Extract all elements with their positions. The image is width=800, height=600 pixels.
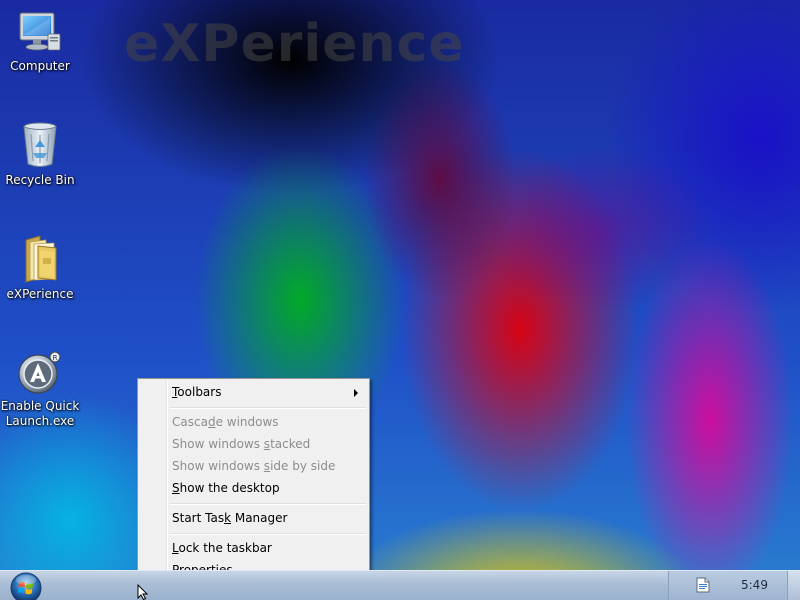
menu-item-accel-key: d — [207, 415, 216, 429]
menu-item-text: tacked — [270, 437, 311, 451]
document-icon[interactable] — [696, 577, 710, 593]
menu-item-text: e windows — [215, 415, 279, 429]
recycle-bin-icon — [23, 122, 57, 167]
start-button[interactable] — [6, 571, 46, 600]
taskbar[interactable]: 5:49 — [0, 570, 800, 600]
desktop-icon-enable-quick-launch[interactable]: R Enable Quick Launch.exe — [0, 348, 80, 429]
menu-item-accel-key: S — [172, 481, 180, 495]
folder-icon — [25, 235, 57, 283]
wallpaper-overlay — [0, 0, 800, 600]
menu-separator — [170, 533, 366, 535]
desktop-icon-recycle-bin[interactable]: Recycle Bin — [0, 120, 80, 188]
desktop-icon-label: Enable Quick — [0, 399, 80, 413]
windows-orb-icon — [10, 572, 42, 600]
taskbar-context-menu: Toolbars Cascade windows Show windows st… — [137, 378, 370, 584]
menu-item-start-task-manager[interactable]: Start Task Manager — [141, 507, 366, 529]
menu-item-text: Show windows — [172, 437, 264, 451]
desktop-icon-label: Recycle Bin — [5, 173, 75, 187]
desktop-icon-label: Computer — [10, 59, 70, 73]
menu-item-text: how the desktop — [179, 481, 280, 495]
quick-launch-app-icon: R — [18, 351, 61, 394]
menu-separator — [170, 407, 366, 409]
menu-item-text: oolbars — [177, 385, 222, 399]
menu-item-text: Start Tas — [172, 511, 225, 525]
menu-item-text: Manager — [231, 511, 288, 525]
menu-separator — [170, 503, 366, 505]
menu-item-accel-key: k — [224, 511, 232, 525]
notification-area: 5:49 — [668, 571, 800, 600]
menu-item-show-the-desktop[interactable]: Show the desktop — [141, 477, 366, 499]
menu-item-text: ock the taskbar — [178, 541, 272, 555]
svg-text:R: R — [53, 354, 58, 362]
taskbar-clock[interactable]: 5:49 — [741, 578, 768, 592]
desktop-icon-label-line2: Launch.exe — [5, 414, 75, 428]
menu-item-show-windows-stacked[interactable]: Show windows stacked — [141, 433, 366, 455]
menu-item-show-windows-side-by-side[interactable]: Show windows side by side — [141, 455, 366, 477]
desktop-icon-experience-folder[interactable]: eXPerience — [0, 234, 80, 302]
desktop-icon-label: eXPerience — [6, 287, 74, 301]
desktop-icon-computer[interactable]: Computer — [0, 8, 80, 74]
computer-icon — [19, 12, 61, 51]
mouse-cursor-icon — [137, 584, 149, 600]
menu-item-text: ide by side — [270, 459, 336, 473]
menu-item-cascade-windows[interactable]: Cascade windows — [141, 411, 366, 433]
submenu-arrow-icon — [354, 389, 358, 397]
show-desktop-button[interactable] — [787, 571, 800, 600]
wallpaper-logo-text: eXPerience — [124, 14, 465, 74]
desktop[interactable]: eXPerience Computer Recycle Bin eXPerien… — [0, 0, 800, 600]
menu-item-lock-the-taskbar[interactable]: Lock the taskbar — [141, 537, 366, 559]
menu-item-toolbars[interactable]: Toolbars — [141, 381, 366, 403]
menu-item-text: Casca — [172, 415, 208, 429]
menu-item-text: Show windows — [172, 459, 264, 473]
